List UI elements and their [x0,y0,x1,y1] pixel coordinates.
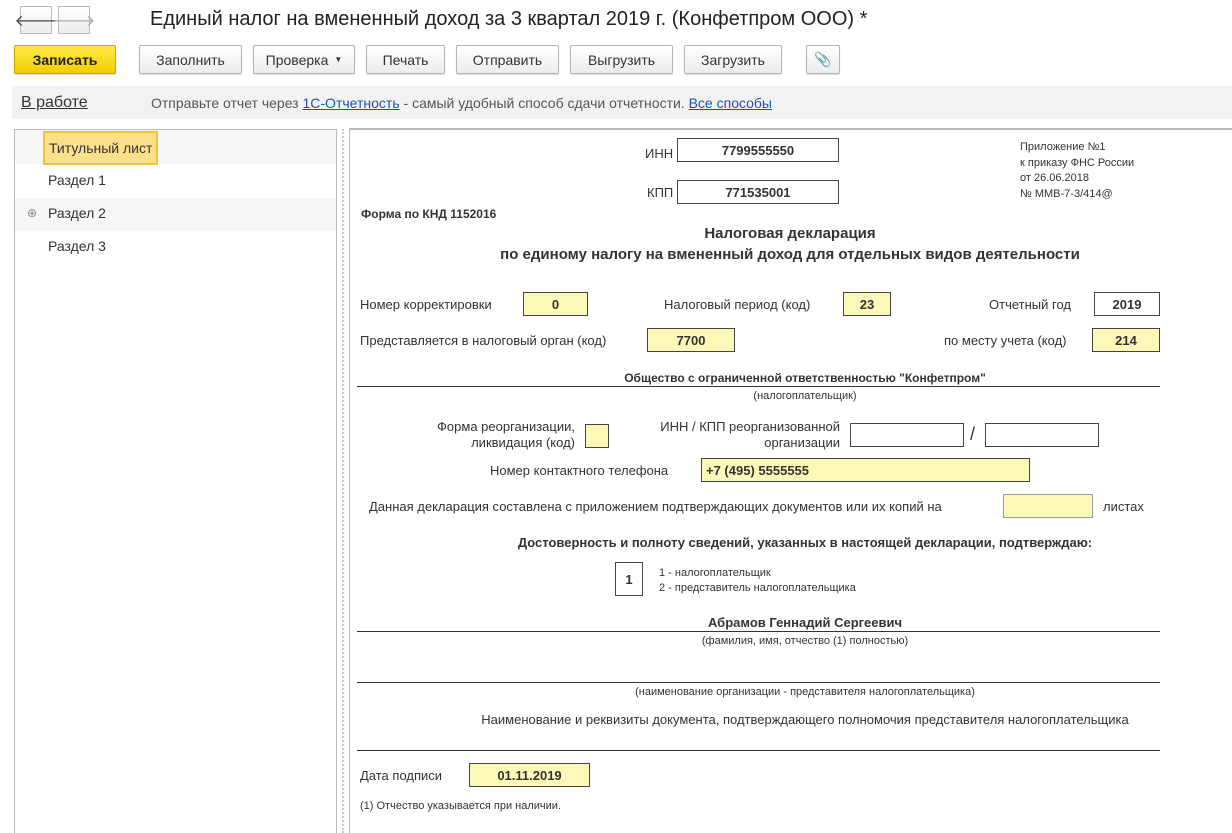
fio-caption: (фамилия, имя, отчество (1) полностью) [701,635,909,647]
signer-code-field[interactable]: 1 [615,562,643,596]
arrow-left-icon: 🡐 [14,12,58,30]
info-text: Отправьте отчет через 1С-Отчетность - са… [151,95,772,111]
reorg-inn-label-line: организации [764,435,840,450]
reorg-field[interactable] [585,424,609,448]
save-button[interactable]: Записать [14,45,116,74]
sidebar-item-section-2[interactable]: Раздел 2 [48,205,106,221]
org-caption: (налогоплательщик) [753,390,857,402]
sign-date-label: Дата подписи [360,768,443,783]
check-label: Проверка [265,51,329,68]
signer-options: 1 - налогоплательщик 2 - представитель на… [659,566,856,596]
export-button[interactable]: Выгрузить [570,45,673,74]
correction-label: Номер корректировки [360,297,492,312]
inn-label: ИНН [645,146,674,161]
appendix-note: Приложение №1 к приказу ФНС России от 26.0… [1020,140,1134,202]
kpp-field[interactable]: 771535001 [677,180,839,204]
pages-label: Данная декларация составлена с приложени… [369,499,942,514]
reorg-label: Форма реорганизации, ликвидация (код) [350,419,575,451]
tax-office-label: Представляется в налоговый орган (код) [360,333,607,348]
place-label: по месту учета (код) [944,333,1067,348]
reorg-inn-label-line: ИНН / КПП реорганизованной [660,419,840,434]
info-text-1: Отправьте отчет через [151,95,299,111]
reorg-inn-field[interactable] [850,423,964,447]
attach-button[interactable]: 📎 [806,45,840,74]
check-dropdown-button[interactable]: Проверка ▼ [253,45,355,74]
correction-field[interactable]: 0 [523,292,588,316]
year-label: Отчетный год [989,297,1071,312]
sections-panel [14,129,337,833]
appendix-line: от 26.06.2018 [1020,172,1090,184]
declaration-subheading: по единому налогу на вмененный доход для… [500,246,1080,263]
reorg-inn-label: ИНН / КПП реорганизованной организации [620,419,840,451]
kpp-label: КПП [647,185,674,200]
print-button[interactable]: Печать [366,45,445,74]
year-field[interactable]: 2019 [1094,292,1160,316]
reorg-kpp-field[interactable] [985,423,1099,447]
signer-option: 2 - представитель налогоплательщика [659,582,856,594]
pages-field[interactable] [1003,494,1093,518]
sidebar-item-section-1[interactable]: Раздел 1 [48,172,106,188]
org-name: Общество с ограниченной ответственностью… [624,371,986,385]
divider [357,631,1160,632]
fill-button[interactable]: Заполнить [139,45,242,74]
authority-doc-label: Наименование и реквизиты документа, подт… [481,712,1129,727]
back-button[interactable]: 🡐 [15,6,57,34]
status-link[interactable]: В работе [21,94,88,112]
reorg-label-line: ликвидация (код) [471,435,575,450]
arrow-right-icon: 🡒 [52,12,96,30]
confirm-text: Достоверность и полноту сведений, указан… [517,535,1093,550]
period-field[interactable]: 23 [843,292,891,316]
divider [357,386,1160,387]
knd-label: Форма по КНД 1152016 [361,207,497,221]
signer-name: Абрамов Геннадий Сергеевич [707,615,903,630]
send-button[interactable]: Отправить [456,45,559,74]
divider [357,750,1160,751]
page-title: Единый налог на вмененный доход за 3 ква… [150,8,868,30]
forward-button[interactable]: 🡒 [53,6,95,34]
sign-date-field[interactable]: 01.11.2019 [469,763,590,787]
1c-reporting-link[interactable]: 1С-Отчетность [303,95,400,111]
place-field[interactable]: 214 [1092,328,1160,352]
appendix-line: к приказу ФНС России [1020,156,1135,169]
sidebar-item-section-3[interactable]: Раздел 3 [48,238,106,254]
expand-plus-icon[interactable]: ⊕ [27,206,37,220]
chevron-down-icon: ▼ [334,55,343,64]
divider [357,682,1160,683]
tax-office-field[interactable]: 7700 [647,328,735,352]
period-label: Налоговый период (код) [664,297,811,312]
inn-field[interactable]: 7799555550 [677,138,839,162]
slash: / [970,424,976,444]
paperclip-icon: 📎 [814,51,832,67]
phone-label: Номер контактного телефона [490,463,669,478]
signer-option: 1 - налогоплательщик [659,567,771,579]
pages-suffix: листах [1103,499,1144,514]
phone-field[interactable]: +7 (495) 5555555 [701,458,1030,482]
declaration-heading: Налоговая декларация [704,225,876,242]
import-button[interactable]: Загрузить [684,45,782,74]
all-methods-link[interactable]: Все способы [689,95,772,111]
sidebar-item-title-sheet[interactable]: Титульный лист [43,131,159,165]
footnote: (1) Отчество указывается при наличии. [360,800,561,812]
reorg-label-line: Форма реорганизации, [437,419,575,434]
splitter[interactable] [342,129,344,833]
appendix-line: № ММВ-7-3/414@ [1020,187,1113,200]
appendix-line: Приложение №1 [1020,141,1106,153]
rep-caption: (наименование организации - представител… [635,686,975,698]
info-text-2: - самый удобный способ сдачи отчетности. [403,95,685,111]
